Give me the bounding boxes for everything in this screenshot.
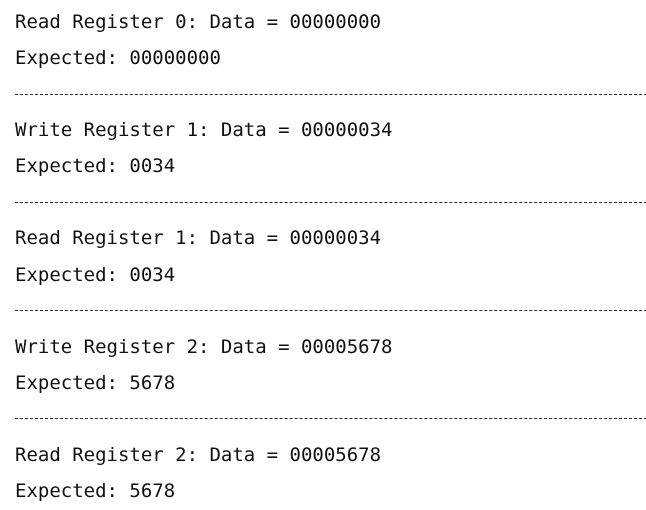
separator-line	[15, 202, 646, 203]
output-line: Read Register 0: Data = 00000000	[15, 11, 382, 33]
console-output: Read Register 0: Data = 00000000 Expecte…	[0, 0, 646, 510]
separator-line	[15, 310, 646, 311]
output-line: Write Register 2: Data = 00005678	[15, 336, 393, 358]
separator-line	[15, 94, 646, 95]
separator-line	[15, 418, 646, 419]
output-line: Expected: 00000000	[15, 47, 221, 69]
output-line: Expected: 0034	[15, 264, 176, 286]
output-line: Expected: 0034	[15, 155, 176, 177]
output-line: Read Register 2: Data = 00005678	[15, 444, 382, 466]
output-line: Write Register 1: Data = 00000034	[15, 119, 393, 141]
output-line: Read Register 1: Data = 00000034	[15, 227, 382, 249]
output-line: Expected: 5678	[15, 372, 176, 394]
output-line: Expected: 5678	[15, 480, 176, 502]
